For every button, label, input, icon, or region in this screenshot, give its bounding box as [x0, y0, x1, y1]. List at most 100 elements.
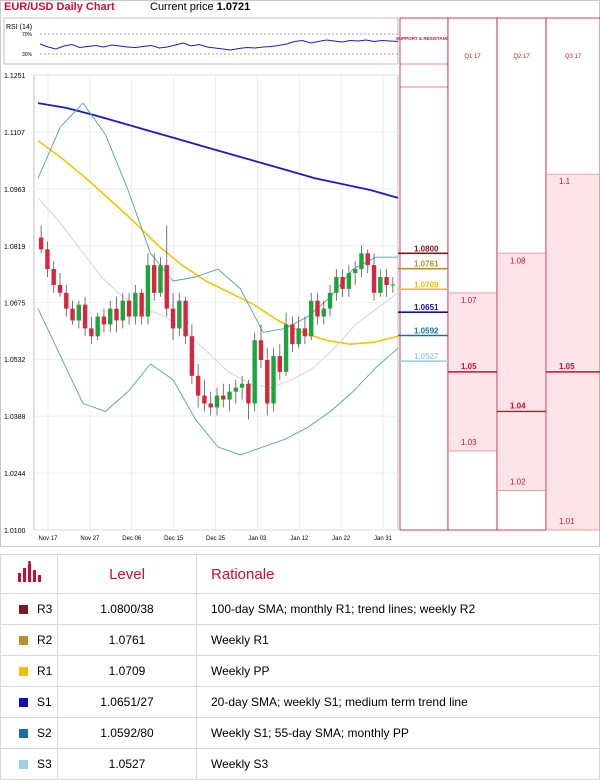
candle-body [170, 308, 176, 329]
x-tick-label: Nov 17 [38, 536, 58, 542]
level-rationale: 20-day SMA; weekly S1; medium term trend… [196, 686, 600, 718]
candle-body [315, 300, 320, 317]
forecast-range [498, 253, 545, 491]
level-value: 1.0527 [57, 748, 197, 780]
level-value: 1.0761 [57, 624, 197, 656]
level-value: 1.0800/38 [57, 593, 197, 625]
candle-body [384, 277, 389, 285]
y-tick-label: 1.1251 [4, 73, 26, 80]
levels-table: Level Rationale R3 1.0800/38 100-day SMA; … [0, 554, 600, 780]
candle-body [227, 391, 232, 400]
y-tick-label: 1.0532 [4, 357, 26, 364]
x-tick-label: Jan 12 [290, 536, 309, 542]
x-tick-label: Dec 25 [206, 536, 226, 542]
forecast-range [547, 174, 599, 530]
table-row: S3 1.0527 Weekly S3 [0, 748, 600, 780]
level-swatch [19, 697, 28, 707]
candle-body [378, 277, 383, 293]
forecast-high-label: 1.08 [510, 256, 526, 265]
candle-body [76, 304, 82, 321]
current-price-text: Current price [150, 1, 217, 13]
candle-body [139, 292, 144, 317]
table-row: S1 1.0651/27 20-day SMA; weekly S1; medium… [0, 686, 600, 718]
candle-body [246, 383, 251, 404]
candle-body [202, 395, 207, 404]
candle-body [239, 383, 245, 388]
level-name-cell: R1 [0, 655, 58, 687]
candle-body [309, 300, 314, 337]
bar-chart-icon-cell [0, 554, 58, 594]
sr-title: SUPPORT & RESISTANCE [396, 36, 452, 41]
sr-label: 1.0800 [414, 244, 439, 253]
level-name-cell: S1 [0, 686, 58, 718]
candle-body [120, 300, 125, 321]
x-tick-label: Dec 15 [164, 536, 184, 542]
level-swatch [19, 635, 28, 645]
level-name: S3 [37, 757, 52, 772]
candle-body [151, 265, 157, 293]
level-name-cell: S3 [0, 748, 58, 780]
candle-body [177, 300, 182, 329]
level-value: 1.0592/80 [57, 717, 197, 749]
level-rationale: Weekly S3 [196, 748, 600, 780]
candle-body [101, 316, 107, 325]
candle-body [271, 356, 276, 404]
candle-body [214, 395, 220, 408]
y-tick-label: 1.1107 [4, 130, 25, 137]
rsi-tick: 30% [22, 52, 33, 58]
table-row: S2 1.0592/80 Weekly S1; 55-day SMA; monthl… [0, 717, 600, 749]
candle-body [346, 273, 352, 289]
forecast-median-label: 1.04 [510, 401, 526, 410]
forecast-median-label: 1.05 [559, 362, 575, 371]
level-value: 1.0651/27 [57, 686, 197, 718]
quarter-label: Q1 17 [464, 54, 481, 60]
title-bar: EUR/USD Daily Chart Current price 1.0721 [0, 0, 398, 16]
forecast-column [447, 17, 498, 531]
sr-column [399, 17, 449, 531]
candle-body [133, 292, 138, 317]
candle-body [189, 336, 195, 376]
candle-body [277, 356, 283, 372]
level-swatch [19, 604, 28, 614]
chart-svg: RSI (14)70% 30% 1.1251 1.1107 1.0963 1.0819 1.… [0, 0, 600, 547]
forecast-low-label: 1.03 [461, 438, 477, 447]
x-tick-label: Dec 06 [122, 536, 142, 542]
forecast-high-label: 1.1 [559, 177, 571, 186]
candle-body [233, 387, 239, 392]
y-tick-label: 1.0388 [4, 414, 26, 421]
table-row: R3 1.0800/38 100-day SMA; monthly R1; tren… [0, 593, 600, 625]
candle-body [82, 304, 88, 329]
level-swatch [19, 759, 28, 769]
level-name: R3 [37, 602, 53, 617]
forecast-median-label: 1.05 [461, 362, 477, 371]
chart-area: RSI (14) 70% 30% 1.1251 1.1107 1.0963 1.0819 1.… [0, 0, 600, 548]
candle-body [283, 324, 289, 372]
table-row: R1 1.0709 Weekly PP [0, 655, 600, 687]
x-tick-label: Jan 03 [248, 536, 267, 542]
candle-body [95, 316, 100, 337]
candle-body [221, 395, 226, 400]
candle-body [208, 403, 213, 408]
level-rationale: Weekly R1 [196, 624, 600, 656]
level-name: S1 [37, 695, 52, 710]
candle-body [258, 340, 264, 361]
x-tick-label: Jan 22 [332, 536, 351, 542]
y-tick-label: 1.0675 [4, 301, 26, 308]
candle-body [114, 308, 119, 321]
rsi-tick: 70% [22, 32, 33, 38]
y-tick-label: 1.0963 [4, 187, 26, 194]
level-swatch [19, 728, 28, 738]
candle-body [265, 360, 270, 404]
quarter-label: Q2 17 [513, 54, 530, 60]
level-name-cell: S2 [0, 717, 58, 749]
y-tick-label: 1.0819 [4, 244, 26, 251]
level-name-cell: R3 [0, 593, 58, 625]
candle-body [145, 265, 151, 317]
candle-body [64, 292, 69, 309]
quarter-label: Q3 17 [565, 54, 582, 60]
candle-body [365, 253, 370, 266]
candle-body [164, 265, 169, 309]
y-tick-label: 1.0100 [4, 528, 26, 535]
sr-label: 1.0592 [414, 327, 439, 336]
candle-body [302, 328, 308, 337]
